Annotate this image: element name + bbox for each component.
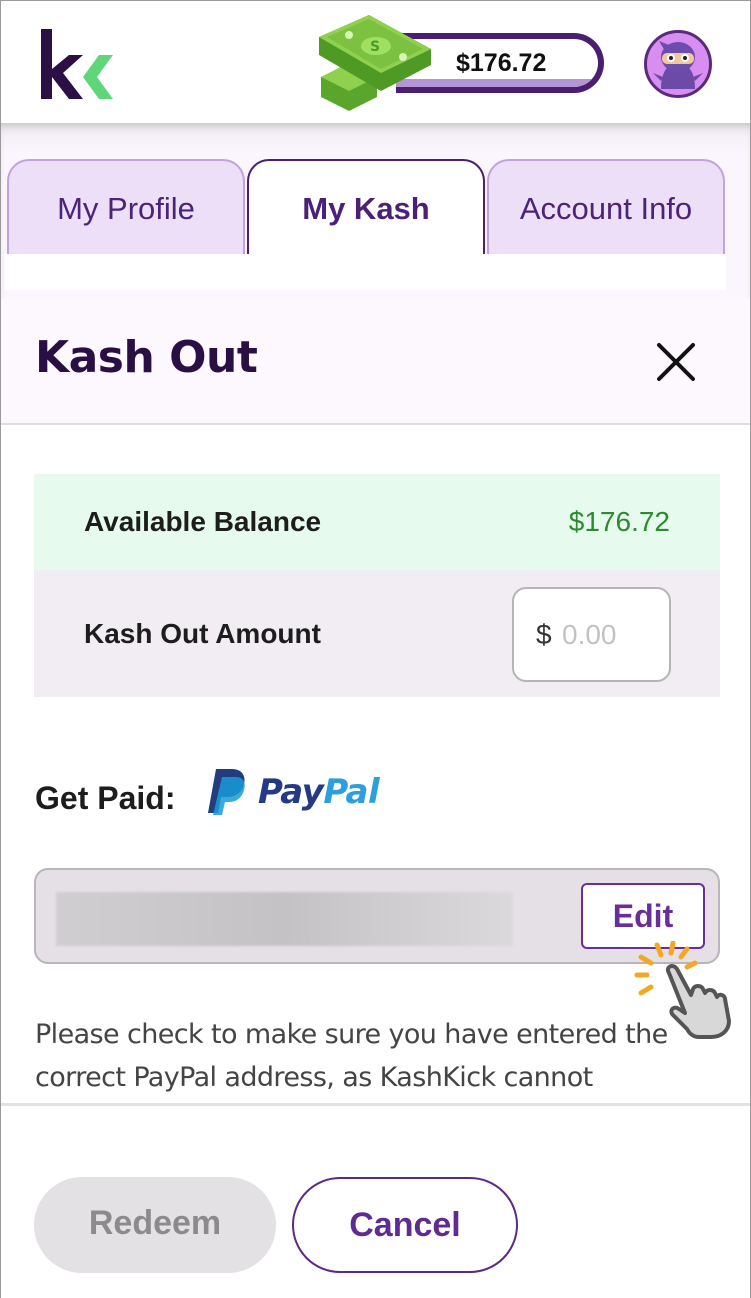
- kash-out-amount-row: Kash Out Amount $: [34, 570, 720, 697]
- kash-out-amount-label: Kash Out Amount: [84, 618, 321, 649]
- cancel-button[interactable]: Cancel: [292, 1177, 518, 1273]
- kash-out-amount-input[interactable]: [562, 615, 662, 655]
- get-paid-label: Get Paid:: [35, 780, 176, 816]
- paypal-wordmark: PayPal: [258, 772, 380, 812]
- paypal-pal-text: Pal: [323, 772, 380, 812]
- available-balance-value: $176.72: [568, 506, 670, 537]
- paypal-email-field: Edit: [34, 868, 720, 964]
- money-stack-icon: S: [319, 15, 431, 111]
- available-balance-label: Available Balance: [84, 506, 322, 537]
- paypal-email-redacted: [56, 892, 513, 946]
- kash-out-modal-header: Kash Out: [1, 299, 750, 425]
- paypal-notice-text: Please check to make sure you have enter…: [35, 1019, 668, 1093]
- user-avatar[interactable]: [644, 30, 712, 98]
- close-icon[interactable]: [651, 337, 701, 387]
- paypal-p-icon: [208, 769, 245, 815]
- modal-title: Kash Out: [35, 332, 258, 383]
- kash-out-amount-field[interactable]: $: [512, 587, 671, 682]
- header-balance: $176.72: [456, 49, 547, 77]
- currency-symbol: $: [536, 619, 552, 650]
- edit-button[interactable]: Edit: [581, 883, 705, 949]
- app-header: $176.72 S: [1, 1, 750, 123]
- tab-content-strip: [5, 254, 726, 290]
- tab-my-profile[interactable]: My Profile: [7, 159, 245, 255]
- svg-text:S: S: [370, 39, 380, 55]
- modal-footer: Redeem Cancel: [1, 1103, 750, 1298]
- tab-account-info[interactable]: Account Info: [487, 159, 725, 255]
- kashkick-logo[interactable]: [39, 29, 119, 101]
- paypal-pay-text: Pay: [258, 772, 324, 812]
- redeem-button[interactable]: Redeem: [34, 1177, 276, 1273]
- available-balance-row: Available Balance $176.72: [34, 474, 720, 570]
- paypal-logo: PayPal: [208, 767, 380, 817]
- tab-my-kash[interactable]: My Kash: [247, 159, 485, 257]
- ninja-avatar-icon: [653, 41, 703, 89]
